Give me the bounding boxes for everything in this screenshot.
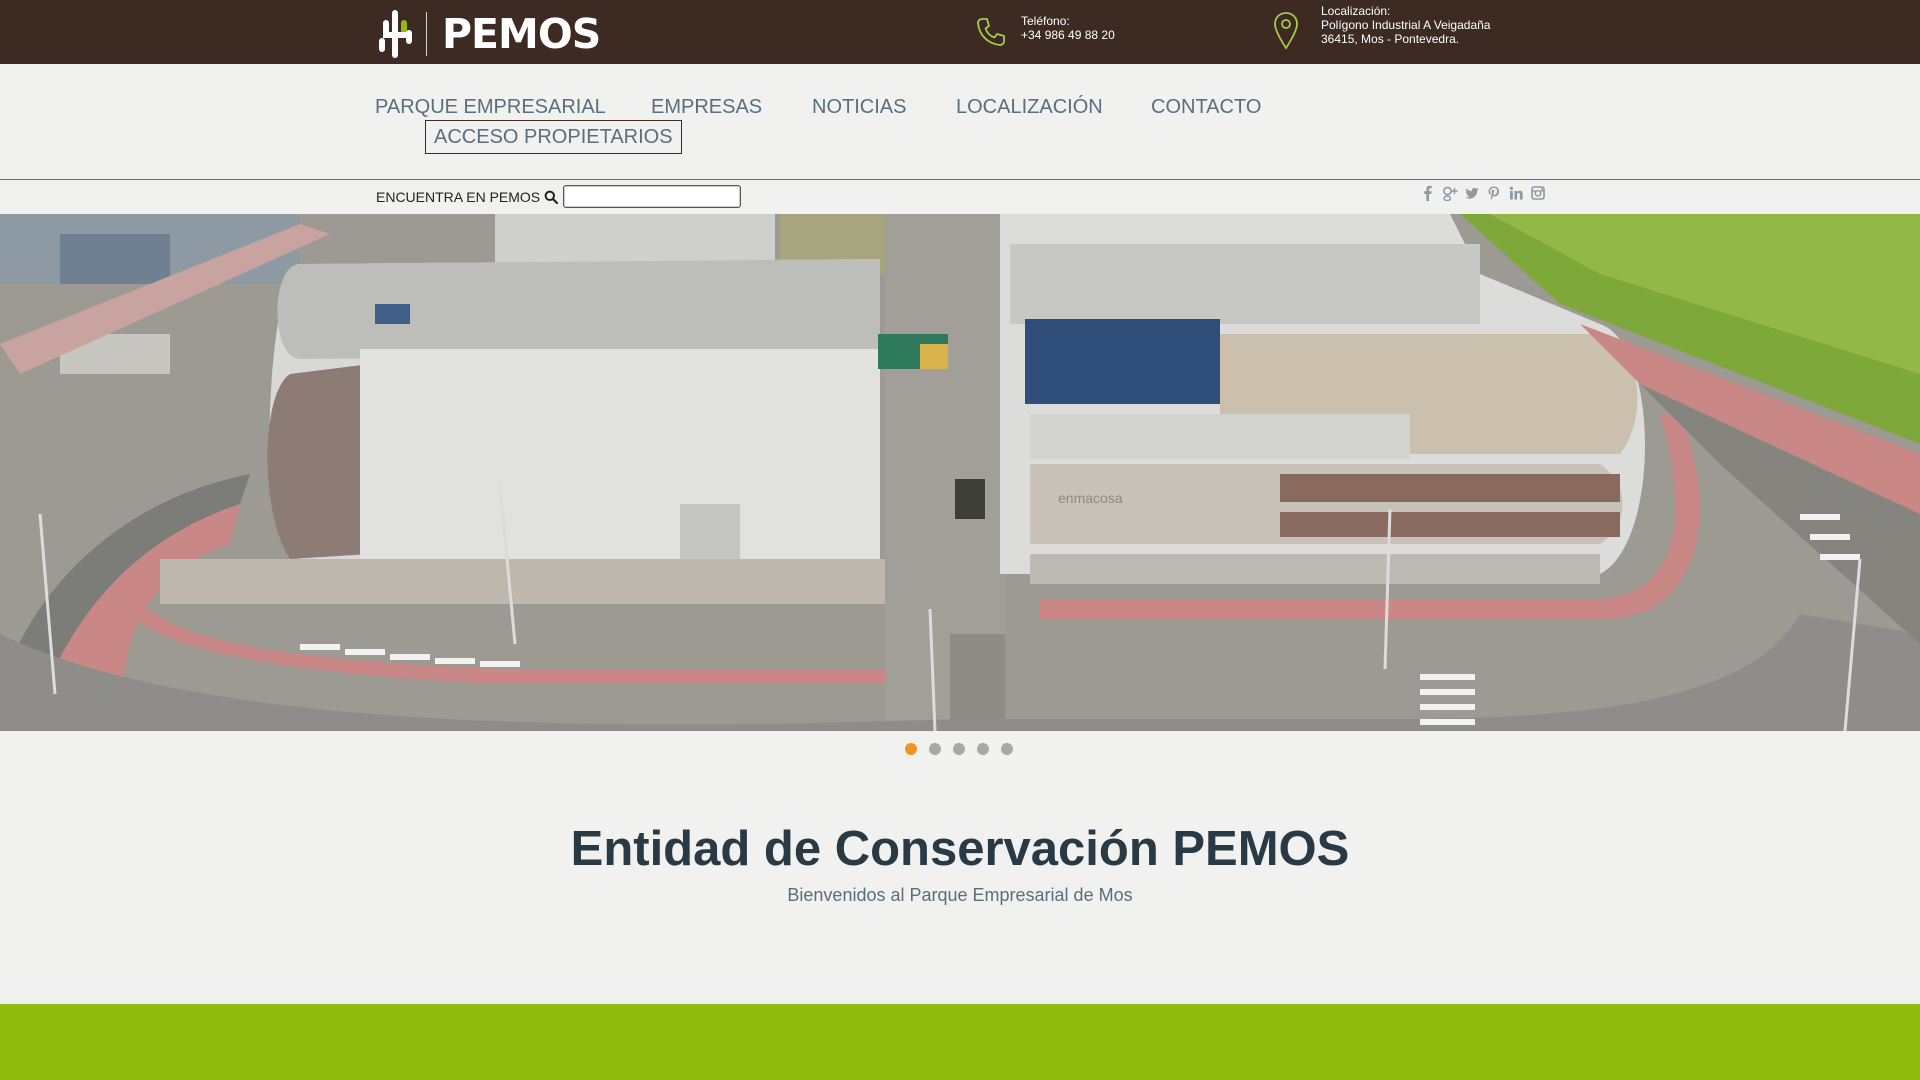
slider-dot-4[interactable] <box>977 743 989 755</box>
brand-name: PEMOS <box>442 10 601 58</box>
hero-aerial-photo: enmacosa <box>0 214 1920 731</box>
logo-separator <box>426 12 427 56</box>
search-label: ENCUENTRA EN PEMOS <box>376 189 541 205</box>
top-bar: PEMOS Teléfono: +34 986 49 88 20 Localiz… <box>0 0 1920 64</box>
google-plus-link[interactable] <box>1442 185 1458 201</box>
nav-divider <box>0 179 1920 180</box>
logo-mark-icon <box>379 10 412 58</box>
slider-dot-1[interactable] <box>905 743 917 755</box>
twitter-icon <box>1465 187 1479 199</box>
pinterest-icon <box>1488 186 1499 200</box>
phone-number[interactable]: +34 986 49 88 20 <box>1021 28 1115 42</box>
phone-icon <box>977 18 1005 46</box>
location-label: Localización: <box>1321 4 1391 18</box>
footer-band <box>0 1004 1920 1080</box>
facebook-link[interactable] <box>1423 185 1432 201</box>
linkedin-link[interactable] <box>1509 185 1523 201</box>
page-subtitle: Bienvenidos al Parque Empresarial de Mos <box>787 885 1133 905</box>
building-sign: enmacosa <box>1058 490 1123 506</box>
twitter-link[interactable] <box>1465 185 1479 201</box>
hero-slider[interactable]: enmacosa <box>0 214 1920 731</box>
map-pin-icon <box>1274 12 1298 50</box>
search-input[interactable] <box>563 185 741 208</box>
pinterest-link[interactable] <box>1487 185 1501 201</box>
search-icon <box>544 190 558 204</box>
google-plus-icon <box>1443 186 1458 201</box>
nav-item-empresas[interactable]: EMPRESAS <box>651 94 762 120</box>
nav-item-parque-empresarial[interactable]: PARQUE EMPRESARIAL <box>375 94 606 120</box>
location-line-2: 36415, Mos - Pontevedra. <box>1321 32 1460 46</box>
page-title: Entidad de Conservación PEMOS <box>570 822 1350 876</box>
nav-item-contacto[interactable]: CONTACTO <box>1151 94 1261 120</box>
nav-item-noticias[interactable]: NOTICIAS <box>812 94 906 120</box>
linkedin-icon <box>1509 186 1523 200</box>
main-nav: PARQUE EMPRESARIAL EMPRESAS NOTICIAS LOC… <box>375 94 1375 160</box>
instagram-icon <box>1531 186 1545 200</box>
slider-dot-5[interactable] <box>1001 743 1013 755</box>
nav-item-localizacion[interactable]: LOCALIZACIÓN <box>956 94 1103 120</box>
slider-dot-2[interactable] <box>929 743 941 755</box>
location-line-1: Polígono Industrial A Veigadaña <box>1321 18 1491 32</box>
phone-label: Teléfono: <box>1021 14 1070 28</box>
facebook-icon <box>1424 185 1432 201</box>
instagram-link[interactable] <box>1531 185 1545 201</box>
slider-dot-3[interactable] <box>953 743 965 755</box>
owners-access-button[interactable]: ACCESO PROPIETARIOS <box>425 120 682 154</box>
pemos-logo[interactable]: PEMOS <box>375 8 601 60</box>
